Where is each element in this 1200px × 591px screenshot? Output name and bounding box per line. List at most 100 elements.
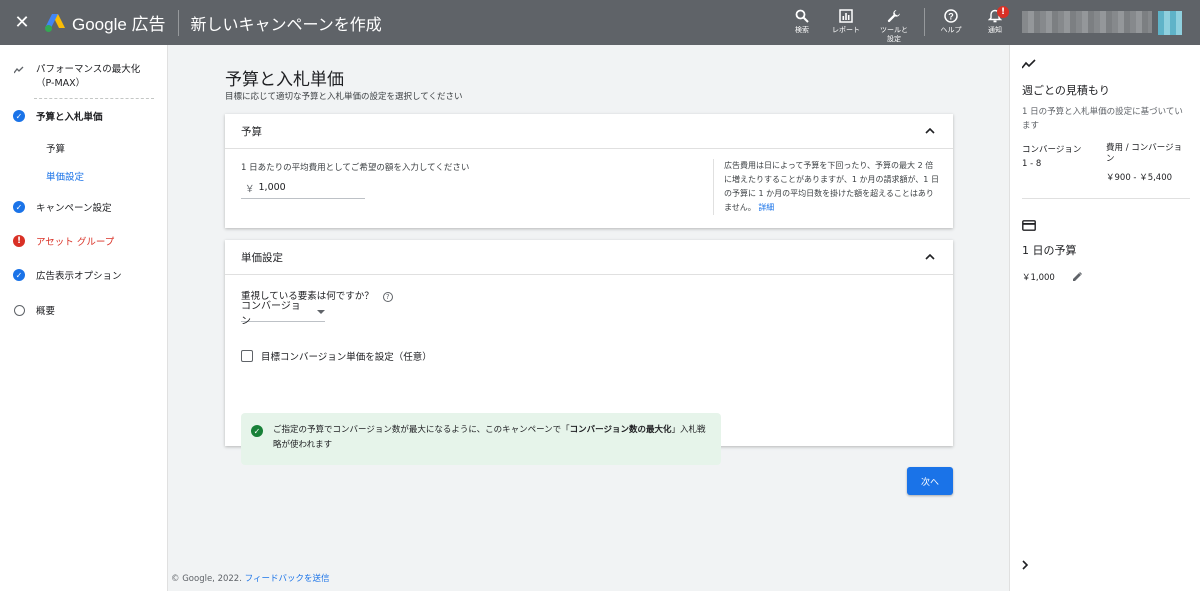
conversions-value: 1 - 8 <box>1022 159 1042 169</box>
close-button[interactable]: ✕ <box>0 0 44 45</box>
trend-icon <box>1022 59 1036 69</box>
circle-outline-icon <box>13 304 25 316</box>
dropdown-arrow-icon <box>317 309 325 314</box>
nav-item-asset-group[interactable]: ! アセット グループ <box>0 234 126 248</box>
nav-item-label: パフォーマンスの最大化（P-MAX） <box>36 64 141 89</box>
check-circle-icon: ✓ <box>12 109 26 123</box>
nav-item-budget-bid[interactable]: ✓ 予算と入札単価 <box>0 109 115 123</box>
search-icon <box>795 9 809 23</box>
chevron-up-icon[interactable] <box>923 250 937 264</box>
search-label: 検索 <box>795 26 809 34</box>
google-ads-logo-icon <box>45 13 65 32</box>
account-info-redacted[interactable] <box>1022 11 1152 33</box>
feedback-link[interactable]: フィードバックを送信 <box>245 574 330 584</box>
info-text-bold: コンバージョン数の最大化 <box>569 425 672 435</box>
check-circle-icon: ✓ <box>251 425 263 437</box>
chevron-up-icon[interactable] <box>923 124 937 138</box>
tools-label: ツールと設定 <box>880 26 908 43</box>
page-title: 予算と入札単価 <box>225 70 344 90</box>
nav-item-campaign-settings[interactable]: ✓ キャンペーン設定 <box>0 200 124 214</box>
edit-pencil-icon[interactable] <box>1072 271 1083 282</box>
bid-card: 単価設定 重視している要素は何ですか？ ? コンバージョン 目標コンバージョン単… <box>225 240 953 465</box>
report-label: レポート <box>832 26 860 34</box>
copyright-text: © Google, 2022. <box>171 574 242 584</box>
next-button[interactable]: 次へ <box>907 467 953 495</box>
nav-item-ad-extensions[interactable]: ✓ 広告表示オプション <box>0 268 134 282</box>
cost-per-conversion-value: ￥900 - ￥5,400 <box>1106 173 1173 183</box>
target-cpa-option[interactable]: 目標コンバージョン単価を設定（任意） <box>241 349 432 363</box>
nav-item-label: アセット グループ <box>36 237 115 248</box>
strategy-info-box: ✓ ご指定の予算でコンバージョン数が最大になるように、このキャンペーンで「コンバ… <box>241 413 721 465</box>
budget-card-body: 1 日あたりの平均費用としてご希望の額を入力してください ￥ 1,000 広告費… <box>225 149 953 228</box>
focus-dropdown-value: コンバージョン <box>241 300 301 327</box>
bar-chart-icon <box>839 9 853 23</box>
close-icon: ✕ <box>14 12 30 33</box>
page-subtitle: 目標に応じて適切な予算と入札単価の設定を選択してください <box>225 92 463 102</box>
check-circle-icon: ✓ <box>12 200 26 214</box>
weekly-estimate-desc: 1 日の予算と入札単価の設定に基づいています <box>1022 107 1183 131</box>
checkmark-icon: ✓ <box>13 110 25 122</box>
check-circle-icon: ✓ <box>12 268 26 282</box>
estimate-panel: 週ごとの見積もり 1 日の予算と入札単価の設定に基づいています コンバージョン … <box>1009 45 1200 591</box>
nav-item-label: 予算と入札単価 <box>36 112 103 123</box>
budget-note-text: 広告費用は日によって予算を下回ったり、予算の最大 2 倍に増えたりすることがあり… <box>724 161 939 212</box>
svg-text:?: ? <box>948 11 954 21</box>
budget-input-value: 1,000 <box>258 182 286 193</box>
checkmark-icon: ✓ <box>13 201 25 213</box>
strategy-info-text: ご指定の予算でコンバージョン数が最大になるように、このキャンペーンで「コンバージ… <box>273 423 711 455</box>
trend-icon <box>12 63 26 77</box>
help-icon: ? <box>944 9 958 23</box>
exclamation-icon: ! <box>13 235 25 247</box>
target-cpa-label: 目標コンバージョン単価を設定（任意） <box>261 352 432 363</box>
credit-card-icon <box>1022 220 1036 231</box>
bid-card-title: 単価設定 <box>241 251 283 264</box>
weekly-estimate-title: 週ごとの見積もり <box>1022 84 1110 97</box>
bid-card-header[interactable]: 単価設定 <box>225 240 953 275</box>
nav-sub-budget[interactable]: 予算 <box>0 141 65 155</box>
google-ads-logo: Google 広告 <box>44 10 166 35</box>
nav-item-label: 広告表示オプション <box>36 271 122 282</box>
budget-card-title: 予算 <box>241 125 262 138</box>
notifications-button[interactable]: ! 通知 <box>973 0 1017 45</box>
nav-item-pmax[interactable]: パフォーマンスの最大化（P-MAX） <box>0 63 168 91</box>
toolbar-separator <box>924 8 925 36</box>
info-text-part: ご指定の予算でコンバージョン数が最大になるように、このキャンペーンで「 <box>273 425 570 435</box>
page-header-title: 新しいキャンペーンを作成 <box>190 14 382 34</box>
nav-divider <box>34 98 154 99</box>
left-navigation: パフォーマンスの最大化（P-MAX） ✓ 予算と入札単価 予算 単価設定 ✓ キ… <box>0 45 168 591</box>
details-link[interactable]: 詳細 <box>758 203 774 212</box>
error-icon: ! <box>12 234 26 248</box>
currency-symbol: ￥ <box>245 183 255 195</box>
wrench-icon <box>887 10 900 23</box>
budget-card: 予算 1 日あたりの平均費用としてご希望の額を入力してください ￥ 1,000 … <box>225 114 953 228</box>
panel-divider <box>1022 198 1190 199</box>
help-icon[interactable]: ? <box>382 291 393 302</box>
nav-item-summary[interactable]: 概要 <box>0 303 67 317</box>
budget-field-label: 1 日あたりの平均費用としてご希望の額を入力してください <box>241 163 470 173</box>
main-content: 予算と入札単価 目標に応じて適切な予算と入札単価の設定を選択してください 予算 … <box>169 45 1009 591</box>
top-app-bar: ✕ Google 広告 新しいキャンペーンを作成 検索 レポート ツールと設定 … <box>0 0 1200 45</box>
help-button[interactable]: ? ヘルプ <box>929 0 973 45</box>
chevron-right-icon[interactable] <box>1021 560 1029 570</box>
budget-card-header[interactable]: 予算 <box>225 114 953 149</box>
daily-budget-value: ￥1,000 <box>1022 273 1055 283</box>
title-divider <box>177 9 179 36</box>
budget-input[interactable]: ￥ 1,000 <box>241 177 365 199</box>
focus-dropdown[interactable]: コンバージョン <box>241 301 325 327</box>
search-button[interactable]: 検索 <box>780 0 824 45</box>
target-cpa-checkbox[interactable] <box>241 350 253 362</box>
nav-item-label: 概要 <box>36 306 56 317</box>
bid-card-body: 重視している要素は何ですか？ ? コンバージョン 目標コンバージョン単価を設定（… <box>225 275 953 465</box>
help-label: ヘルプ <box>940 26 962 34</box>
conversions-label: コンバージョン <box>1022 145 1082 155</box>
nav-sub-bid[interactable]: 単価設定 <box>0 169 84 183</box>
notification-badge: ! <box>997 6 1009 18</box>
footer: © Google, 2022. フィードバックを送信 <box>171 572 329 584</box>
nav-item-label: キャンペーン設定 <box>36 203 112 214</box>
report-button[interactable]: レポート <box>824 0 868 45</box>
empty-circle-icon <box>12 303 26 317</box>
avatar[interactable] <box>1158 11 1182 35</box>
tools-button[interactable]: ツールと設定 <box>868 0 920 45</box>
toolbar-actions: 検索 レポート ツールと設定 ? ヘルプ ! 通知 <box>780 0 1017 45</box>
brand-name: Google 広告 <box>72 15 166 34</box>
